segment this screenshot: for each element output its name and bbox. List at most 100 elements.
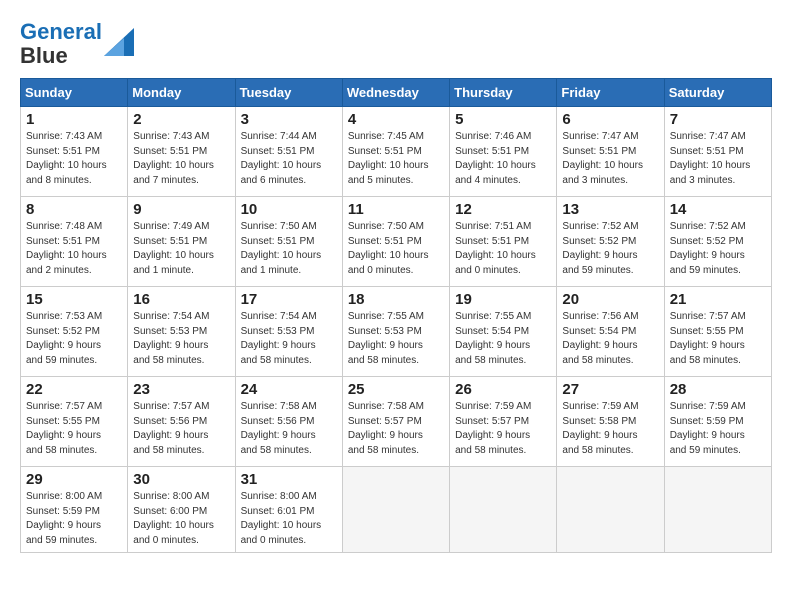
- calendar-cell: 21Sunrise: 7:57 AM Sunset: 5:55 PM Dayli…: [664, 287, 771, 377]
- day-number: 24: [241, 381, 337, 398]
- day-info: Sunrise: 7:53 AM Sunset: 5:52 PM Dayligh…: [26, 310, 122, 368]
- day-number: 14: [670, 201, 766, 218]
- calendar-cell: 7 Sunrise: 7:47 AM Sunset: 5:51 PM Daylig…: [664, 107, 771, 197]
- calendar-week-row: 22Sunrise: 7:57 AM Sunset: 5:55 PM Dayli…: [21, 377, 772, 467]
- day-number: 16: [133, 291, 229, 308]
- day-info: Sunrise: 7:45 AM Sunset: 5:51 PM Dayligh…: [348, 130, 444, 188]
- day-number: 15: [26, 291, 122, 308]
- calendar-cell: 6 Sunrise: 7:47 AM Sunset: 5:51 PM Daylig…: [557, 107, 664, 197]
- calendar-week-row: 15 Sunrise: 7:53 AM Sunset: 5:52 PM Dayli…: [21, 287, 772, 377]
- day-number: 7: [670, 111, 766, 128]
- page-header: GeneralBlue: [20, 20, 772, 68]
- day-info: Sunrise: 8:00 AM Sunset: 6:00 PM Dayligh…: [133, 490, 229, 548]
- calendar-table: SundayMondayTuesdayWednesdayThursdayFrid…: [20, 78, 772, 553]
- calendar-cell: 31 Sunrise: 8:00 AM Sunset: 6:01 PM Dayli…: [235, 467, 342, 553]
- calendar-cell: 18Sunrise: 7:55 AM Sunset: 5:53 PM Dayli…: [342, 287, 449, 377]
- day-info: Sunrise: 7:52 AM Sunset: 5:52 PM Dayligh…: [670, 220, 766, 278]
- calendar-cell: 14 Sunrise: 7:52 AM Sunset: 5:52 PM Dayli…: [664, 197, 771, 287]
- calendar-cell: [450, 467, 557, 553]
- col-header-sunday: Sunday: [21, 79, 128, 107]
- col-header-wednesday: Wednesday: [342, 79, 449, 107]
- day-number: 4: [348, 111, 444, 128]
- day-info: Sunrise: 7:57 AM Sunset: 5:55 PM Dayligh…: [26, 400, 122, 458]
- day-number: 2: [133, 111, 229, 128]
- calendar-cell: [342, 467, 449, 553]
- day-number: 26: [455, 381, 551, 398]
- day-info: Sunrise: 7:56 AM Sunset: 5:54 PM Dayligh…: [562, 310, 658, 368]
- calendar-week-row: 1 Sunrise: 7:43 AM Sunset: 5:51 PM Daylig…: [21, 107, 772, 197]
- day-info: Sunrise: 7:47 AM Sunset: 5:51 PM Dayligh…: [562, 130, 658, 188]
- calendar-cell: 10 Sunrise: 7:50 AM Sunset: 5:51 PM Dayli…: [235, 197, 342, 287]
- day-number: 25: [348, 381, 444, 398]
- calendar-cell: 3 Sunrise: 7:44 AM Sunset: 5:51 PM Daylig…: [235, 107, 342, 197]
- day-info: Sunrise: 7:47 AM Sunset: 5:51 PM Dayligh…: [670, 130, 766, 188]
- logo-icon: [104, 28, 134, 56]
- col-header-saturday: Saturday: [664, 79, 771, 107]
- calendar-cell: 26Sunrise: 7:59 AM Sunset: 5:57 PM Dayli…: [450, 377, 557, 467]
- day-number: 3: [241, 111, 337, 128]
- calendar-cell: 25 Sunrise: 7:58 AM Sunset: 5:57 PM Dayli…: [342, 377, 449, 467]
- calendar-cell: [557, 467, 664, 553]
- calendar-cell: 29Sunrise: 8:00 AM Sunset: 5:59 PM Dayli…: [21, 467, 128, 553]
- day-info: Sunrise: 7:44 AM Sunset: 5:51 PM Dayligh…: [241, 130, 337, 188]
- calendar-cell: 17 Sunrise: 7:54 AM Sunset: 5:53 PM Dayli…: [235, 287, 342, 377]
- calendar-body: 1 Sunrise: 7:43 AM Sunset: 5:51 PM Daylig…: [21, 107, 772, 553]
- calendar-cell: 2Sunrise: 7:43 AM Sunset: 5:51 PM Daylig…: [128, 107, 235, 197]
- calendar-cell: [664, 467, 771, 553]
- calendar-cell: 12 Sunrise: 7:51 AM Sunset: 5:51 PM Dayli…: [450, 197, 557, 287]
- calendar-cell: 30Sunrise: 8:00 AM Sunset: 6:00 PM Dayli…: [128, 467, 235, 553]
- day-number: 23: [133, 381, 229, 398]
- day-number: 11: [348, 201, 444, 218]
- calendar-cell: 13 Sunrise: 7:52 AM Sunset: 5:52 PM Dayli…: [557, 197, 664, 287]
- col-header-friday: Friday: [557, 79, 664, 107]
- calendar-cell: 28 Sunrise: 7:59 AM Sunset: 5:59 PM Dayli…: [664, 377, 771, 467]
- day-info: Sunrise: 7:58 AM Sunset: 5:57 PM Dayligh…: [348, 400, 444, 458]
- day-info: Sunrise: 7:54 AM Sunset: 5:53 PM Dayligh…: [241, 310, 337, 368]
- day-info: Sunrise: 7:52 AM Sunset: 5:52 PM Dayligh…: [562, 220, 658, 278]
- calendar-week-row: 29Sunrise: 8:00 AM Sunset: 5:59 PM Dayli…: [21, 467, 772, 553]
- calendar-cell: 27Sunrise: 7:59 AM Sunset: 5:58 PM Dayli…: [557, 377, 664, 467]
- day-number: 13: [562, 201, 658, 218]
- day-number: 12: [455, 201, 551, 218]
- calendar-cell: 1 Sunrise: 7:43 AM Sunset: 5:51 PM Daylig…: [21, 107, 128, 197]
- day-info: Sunrise: 7:57 AM Sunset: 5:56 PM Dayligh…: [133, 400, 229, 458]
- day-info: Sunrise: 7:59 AM Sunset: 5:59 PM Dayligh…: [670, 400, 766, 458]
- day-number: 20: [562, 291, 658, 308]
- day-info: Sunrise: 7:55 AM Sunset: 5:54 PM Dayligh…: [455, 310, 551, 368]
- day-info: Sunrise: 8:00 AM Sunset: 6:01 PM Dayligh…: [241, 490, 337, 548]
- day-info: Sunrise: 7:54 AM Sunset: 5:53 PM Dayligh…: [133, 310, 229, 368]
- day-number: 8: [26, 201, 122, 218]
- day-info: Sunrise: 7:50 AM Sunset: 5:51 PM Dayligh…: [241, 220, 337, 278]
- day-info: Sunrise: 7:57 AM Sunset: 5:55 PM Dayligh…: [670, 310, 766, 368]
- col-header-thursday: Thursday: [450, 79, 557, 107]
- day-number: 1: [26, 111, 122, 128]
- calendar-cell: 22Sunrise: 7:57 AM Sunset: 5:55 PM Dayli…: [21, 377, 128, 467]
- day-number: 9: [133, 201, 229, 218]
- calendar-cell: 19 Sunrise: 7:55 AM Sunset: 5:54 PM Dayli…: [450, 287, 557, 377]
- day-info: Sunrise: 7:49 AM Sunset: 5:51 PM Dayligh…: [133, 220, 229, 278]
- day-number: 6: [562, 111, 658, 128]
- day-info: Sunrise: 7:46 AM Sunset: 5:51 PM Dayligh…: [455, 130, 551, 188]
- calendar-cell: 15 Sunrise: 7:53 AM Sunset: 5:52 PM Dayli…: [21, 287, 128, 377]
- calendar-cell: 5Sunrise: 7:46 AM Sunset: 5:51 PM Daylig…: [450, 107, 557, 197]
- day-number: 17: [241, 291, 337, 308]
- day-info: Sunrise: 7:59 AM Sunset: 5:58 PM Dayligh…: [562, 400, 658, 458]
- col-header-tuesday: Tuesday: [235, 79, 342, 107]
- calendar-header-row: SundayMondayTuesdayWednesdayThursdayFrid…: [21, 79, 772, 107]
- day-info: Sunrise: 7:51 AM Sunset: 5:51 PM Dayligh…: [455, 220, 551, 278]
- calendar-cell: 24 Sunrise: 7:58 AM Sunset: 5:56 PM Dayli…: [235, 377, 342, 467]
- day-number: 31: [241, 471, 337, 488]
- logo-text: GeneralBlue: [20, 20, 102, 68]
- day-number: 19: [455, 291, 551, 308]
- calendar-cell: 8Sunrise: 7:48 AM Sunset: 5:51 PM Daylig…: [21, 197, 128, 287]
- day-info: Sunrise: 7:58 AM Sunset: 5:56 PM Dayligh…: [241, 400, 337, 458]
- day-info: Sunrise: 7:43 AM Sunset: 5:51 PM Dayligh…: [26, 130, 122, 188]
- calendar-cell: 11 Sunrise: 7:50 AM Sunset: 5:51 PM Dayli…: [342, 197, 449, 287]
- day-info: Sunrise: 7:50 AM Sunset: 5:51 PM Dayligh…: [348, 220, 444, 278]
- logo: GeneralBlue: [20, 20, 134, 68]
- day-number: 18: [348, 291, 444, 308]
- day-number: 28: [670, 381, 766, 398]
- day-number: 10: [241, 201, 337, 218]
- day-info: Sunrise: 8:00 AM Sunset: 5:59 PM Dayligh…: [26, 490, 122, 548]
- calendar-cell: 20 Sunrise: 7:56 AM Sunset: 5:54 PM Dayli…: [557, 287, 664, 377]
